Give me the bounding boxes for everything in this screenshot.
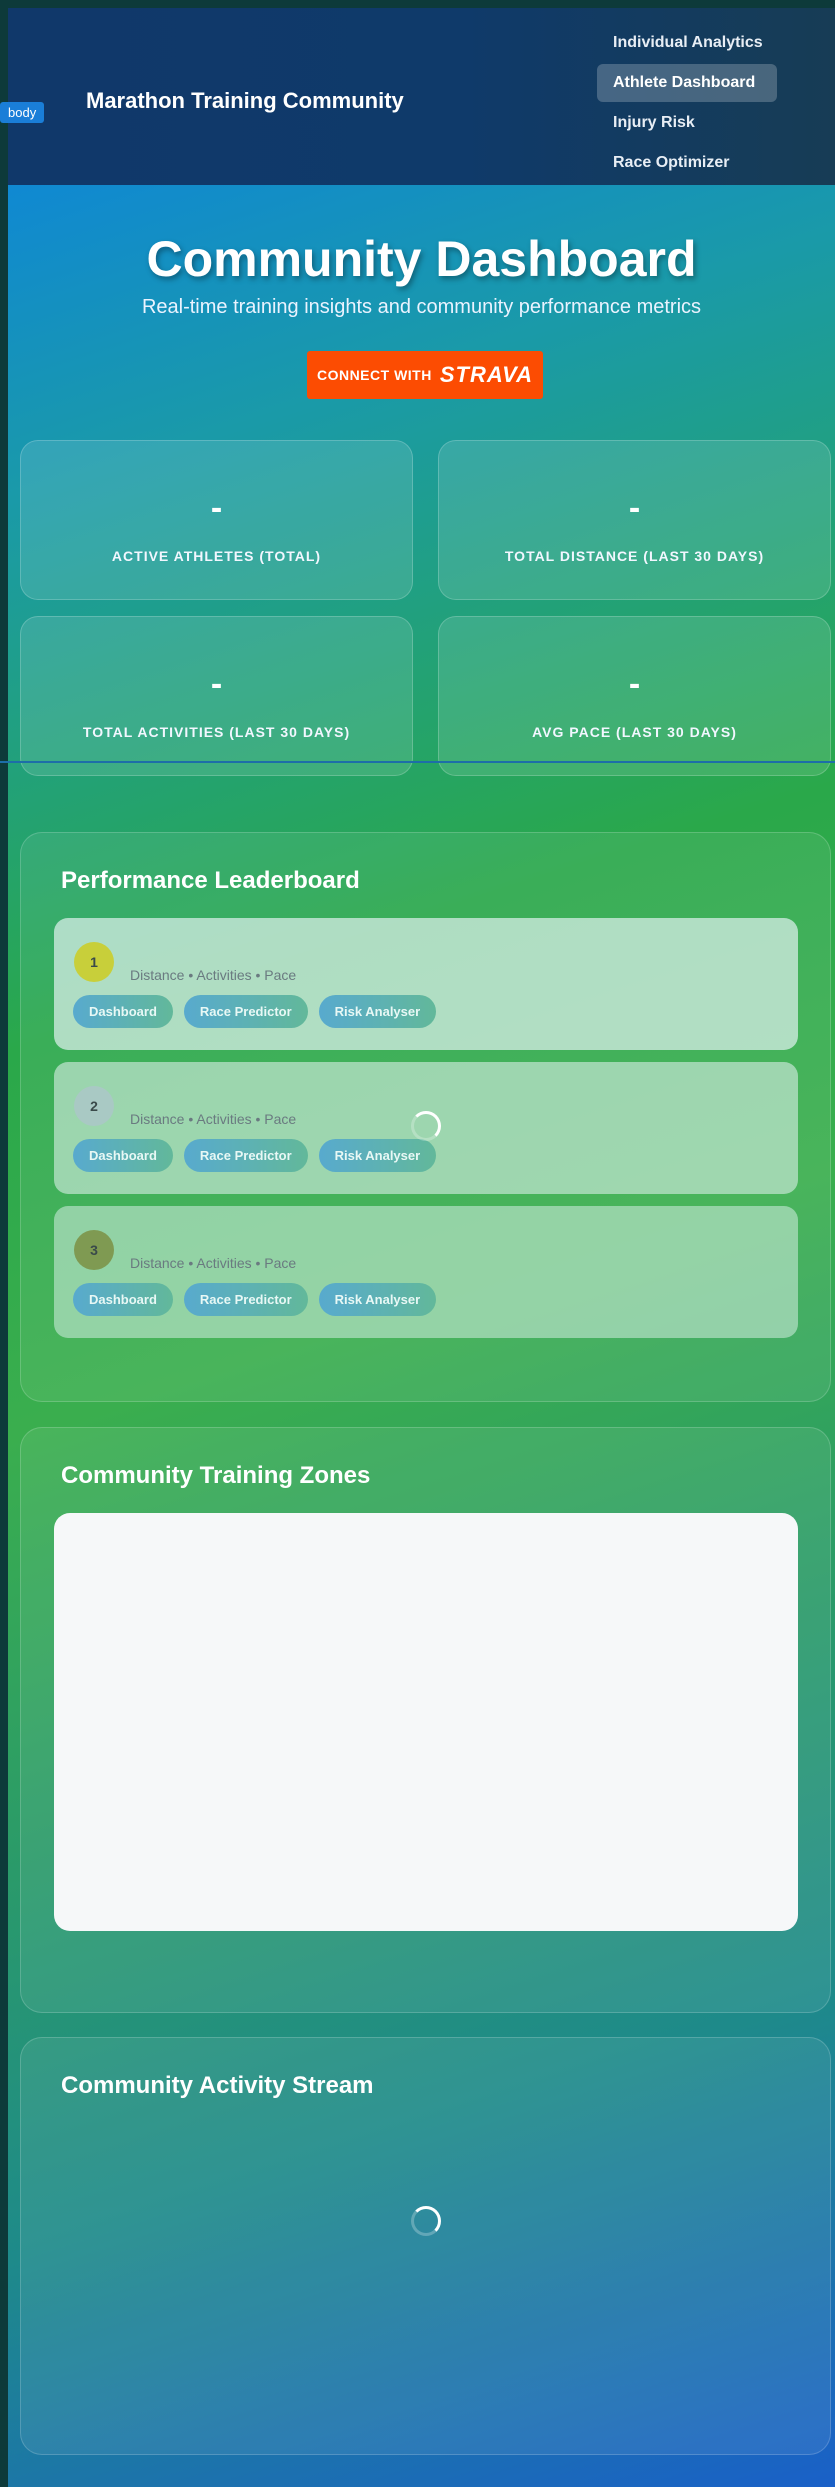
activity-stream-title: Community Activity Stream xyxy=(61,2072,374,2099)
stat-label: TOTAL DISTANCE (LAST 30 DAYS) xyxy=(504,548,765,564)
stat-card-avg-pace: - AVG PACE (LAST 30 DAYS) xyxy=(438,616,831,776)
nav-athlete-dashboard[interactable]: Athlete Dashboard xyxy=(597,64,777,102)
risk-analyser-button[interactable]: Risk Analyser xyxy=(318,1139,437,1172)
brand-title: Marathon Training Community xyxy=(86,88,404,113)
page-background: Marathon Training Community Individual A… xyxy=(0,8,835,2487)
divider-line xyxy=(0,761,835,763)
loading-spinner-icon xyxy=(411,1111,441,1141)
stat-card-active-athletes: - ACTIVE ATHLETES (TOTAL) xyxy=(20,440,413,600)
stat-value: - xyxy=(210,489,223,527)
training-zones-chart xyxy=(54,1513,798,1931)
page-subtitle: Real-time training insights and communit… xyxy=(141,296,702,318)
stat-label: ACTIVE ATHLETES (TOTAL) xyxy=(111,548,322,564)
training-zones-title: Community Training Zones xyxy=(61,1462,371,1489)
stat-label: AVG PACE (LAST 30 DAYS) xyxy=(532,724,737,740)
page-title: Community Dashboard xyxy=(146,231,697,287)
nav-race-optimizer[interactable]: Race Optimizer xyxy=(597,144,777,182)
stat-card-total-activities: - TOTAL ACTIVITIES (LAST 30 DAYS) xyxy=(20,616,413,776)
stat-value: - xyxy=(210,665,223,703)
race-predictor-button[interactable]: Race Predictor xyxy=(183,1139,308,1172)
stat-value: - xyxy=(628,665,641,703)
stat-label: TOTAL ACTIVITIES (LAST 30 DAYS) xyxy=(82,724,351,740)
leaderboard-panel: Performance Leaderboard 1 Distance • Act… xyxy=(20,832,831,1402)
rank-badge: 3 xyxy=(74,1230,114,1270)
dashboard-button[interactable]: Dashboard xyxy=(73,995,173,1028)
leaderboard-row[interactable]: 2 Distance • Activities • Pace Dashboard… xyxy=(54,1062,798,1194)
strava-button-prefix: CONNECT WITH xyxy=(316,367,432,383)
connect-strava-button[interactable]: CONNECT WITH STRAVA xyxy=(307,351,543,399)
athlete-meta: Distance • Activities • Pace xyxy=(130,1255,297,1271)
race-predictor-button[interactable]: Race Predictor xyxy=(183,995,308,1028)
rank-badge: 1 xyxy=(74,942,114,982)
athlete-actions: Dashboard Race Predictor Risk Analyser xyxy=(73,1283,437,1316)
stat-value: - xyxy=(628,489,641,527)
stat-card-total-distance: - TOTAL DISTANCE (LAST 30 DAYS) xyxy=(438,440,831,600)
loading-spinner-icon xyxy=(411,2206,441,2236)
dashboard-button[interactable]: Dashboard xyxy=(73,1283,173,1316)
athlete-actions: Dashboard Race Predictor Risk Analyser xyxy=(73,995,437,1028)
athlete-meta: Distance • Activities • Pace xyxy=(130,1111,297,1127)
devtools-body-label: body xyxy=(0,102,45,123)
top-header: Marathon Training Community Individual A… xyxy=(8,8,835,185)
training-zones-panel: Community Training Zones xyxy=(20,1427,831,2013)
leaderboard-row[interactable]: 3 Distance • Activities • Pace Dashboard… xyxy=(54,1206,798,1338)
activity-stream-panel: Community Activity Stream xyxy=(20,2037,831,2455)
athlete-meta: Distance • Activities • Pace xyxy=(130,967,297,983)
leaderboard-title: Performance Leaderboard xyxy=(61,867,360,894)
dashboard-button[interactable]: Dashboard xyxy=(73,1139,173,1172)
nav-individual-analytics[interactable]: Individual Analytics xyxy=(597,24,777,62)
strava-logo: STRAVA xyxy=(439,362,534,387)
risk-analyser-button[interactable]: Risk Analyser xyxy=(318,1283,437,1316)
leaderboard-row[interactable]: 1 Distance • Activities • Pace Dashboard… xyxy=(54,918,798,1050)
risk-analyser-button[interactable]: Risk Analyser xyxy=(318,995,437,1028)
main-nav: Individual Analytics Athlete Dashboard I… xyxy=(597,24,777,184)
race-predictor-button[interactable]: Race Predictor xyxy=(183,1283,308,1316)
nav-injury-risk[interactable]: Injury Risk xyxy=(597,104,777,142)
athlete-actions: Dashboard Race Predictor Risk Analyser xyxy=(73,1139,437,1172)
rank-badge: 2 xyxy=(74,1086,114,1126)
